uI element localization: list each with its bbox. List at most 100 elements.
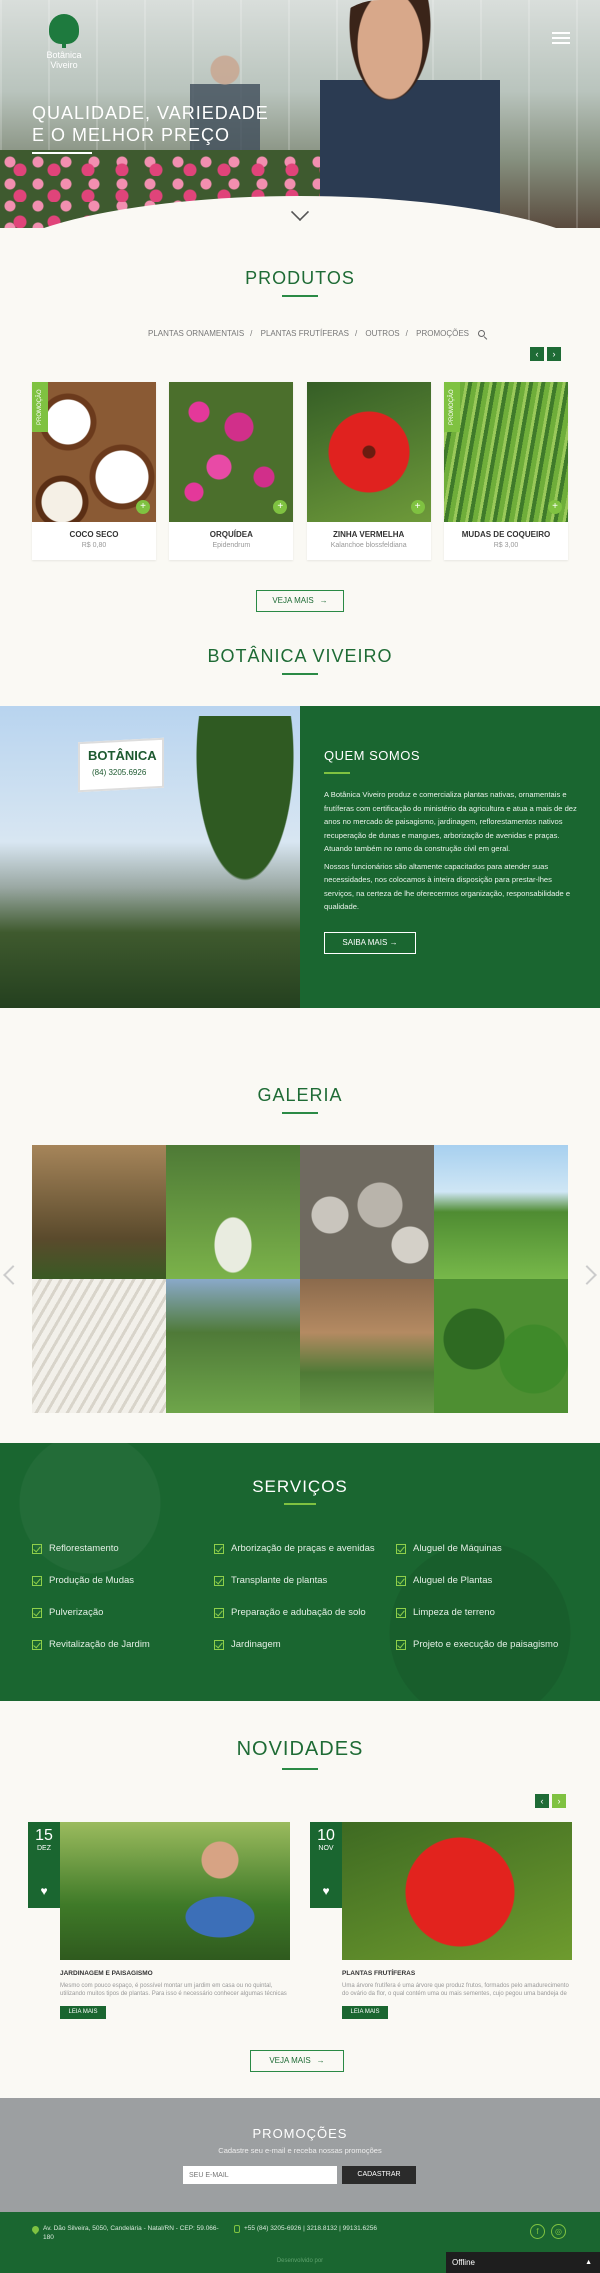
news-image[interactable] [60, 1822, 290, 1960]
arrow-right-icon: → [389, 937, 398, 947]
check-icon [214, 1543, 224, 1554]
arrow-right-icon: → [316, 2056, 325, 2065]
email-input[interactable] [183, 2166, 337, 2184]
service-item: Jardinagem [214, 1639, 396, 1650]
tree-logo-icon [49, 14, 79, 48]
about-section-underline [282, 673, 318, 675]
news-more-button[interactable]: VEJA MAIS → [250, 2050, 344, 2072]
products-prev-arrow-icon[interactable]: ‹ [530, 347, 544, 361]
product-card[interactable]: PROMOÇÃO + COCO SECO R$ 0,80 [32, 382, 156, 560]
read-more-button[interactable]: LEIA MAIS [60, 2006, 106, 2019]
check-icon [396, 1575, 406, 1586]
product-subtitle: Epidendrum [212, 542, 251, 549]
filter-plantas-ornamentais[interactable]: PLANTAS ORNAMENTAIS [148, 329, 244, 338]
product-name: COCO SECO [69, 530, 119, 539]
product-image: PROMOÇÃO + [443, 382, 568, 522]
gallery-photo[interactable] [166, 1279, 300, 1413]
page: Botânica Viveiro QUALIDADE, VARIEDADE E … [0, 0, 600, 2273]
news-date: 10 NOV [310, 1822, 342, 1874]
plus-icon[interactable]: + [136, 500, 150, 514]
hero-underline [32, 152, 92, 154]
hero-title-line-2: E O MELHOR PREÇO [32, 125, 231, 145]
arrow-right-icon: → [319, 596, 328, 605]
site-logo[interactable]: Botânica Viveiro [32, 14, 96, 70]
gallery-photo[interactable] [32, 1145, 166, 1279]
service-item: Revitalização de Jardim [32, 1639, 214, 1650]
about-title: QUEM SOMOS [324, 748, 421, 763]
product-image: + [306, 382, 431, 522]
news-month: DEZ [37, 1845, 51, 1852]
read-more-button[interactable]: LEIA MAIS [342, 2006, 388, 2019]
gallery-photo[interactable] [300, 1145, 434, 1279]
facebook-icon[interactable]: f [530, 2224, 545, 2239]
services-title-underline [284, 1503, 316, 1505]
heart-icon[interactable]: ♥ [28, 1874, 60, 1908]
plus-icon[interactable]: + [410, 500, 425, 514]
service-item: Preparação e adubação de solo [214, 1607, 396, 1618]
store-sign [78, 737, 164, 793]
gallery-photo[interactable] [434, 1145, 568, 1279]
news-prev-arrow-icon[interactable]: ‹ [535, 1794, 549, 1808]
service-item: Transplante de plantas [214, 1575, 396, 1586]
product-name: ORQUÍDEA [209, 530, 253, 539]
gallery-photo[interactable] [434, 1279, 568, 1413]
gallery-photo[interactable] [166, 1145, 300, 1279]
filter-promocoes[interactable]: PROMOÇÕES [416, 329, 469, 338]
chat-widget[interactable]: Offline ▲ [446, 2252, 600, 2273]
about-paragraph-2: Nossos funcionários são altamente capaci… [324, 861, 571, 912]
gallery-next-chevron-icon[interactable] [577, 1265, 597, 1285]
service-item: Aluguel de Máquinas [396, 1543, 572, 1554]
products-more-label: VEJA MAIS [272, 596, 314, 605]
news-category: PLANTAS FRUTÍFERAS [342, 1970, 416, 1977]
hero-gardener-image [320, 0, 500, 228]
plus-icon[interactable]: + [273, 500, 288, 514]
products-more-button[interactable]: VEJA MAIS → [256, 590, 344, 612]
product-list: PROMOÇÃO + COCO SECO R$ 0,80 + ORQUÍDEA … [32, 382, 568, 560]
check-icon [32, 1639, 42, 1650]
news-title-underline [282, 1768, 318, 1770]
hero-title: QUALIDADE, VARIEDADE E O MELHOR PREÇO [32, 102, 332, 146]
product-filters: PLANTAS ORNAMENTAIS / PLANTAS FRUTÍFERAS /… [148, 329, 486, 338]
about-panel: QUEM SOMOS A Botânica Viveiro produz e c… [300, 706, 600, 1008]
heart-icon[interactable]: ♥ [310, 1874, 342, 1908]
news-image[interactable] [342, 1822, 572, 1960]
news-day: 10 [317, 1827, 335, 1844]
news-date: 15 DEZ [28, 1822, 60, 1874]
storefront-photo: BOTÂNICA (84) 3205.6926 [0, 706, 300, 1008]
service-item: Reflorestamento [32, 1543, 214, 1554]
search-icon[interactable] [478, 330, 486, 337]
product-card[interactable]: PROMOÇÃO + MUDAS DE COQUEIRO R$ 3,00 [443, 382, 568, 560]
news-card: 10 NOV ♥ PLANTAS FRUTÍFERAS Uma árvore f… [310, 1822, 572, 2022]
filter-outros[interactable]: OUTROS [365, 329, 399, 338]
check-icon [396, 1639, 406, 1650]
chat-status: Offline [452, 2258, 475, 2267]
news-next-arrow-icon[interactable]: › [552, 1794, 566, 1808]
service-item: Limpeza de terreno [396, 1607, 572, 1618]
gallery-grid [32, 1145, 568, 1413]
promo-badge: PROMOÇÃO [32, 382, 48, 432]
news-excerpt: Mesmo com pouco espaço, é possível monta… [60, 1983, 287, 1997]
product-card[interactable]: + ZINHA VERMELHA Kalanchoe blossfeldiana [306, 382, 431, 560]
newsletter-title: PROMOÇÕES [252, 2126, 348, 2141]
filter-plantas-frutiferas[interactable]: PLANTAS FRUTÍFERAS [261, 329, 349, 338]
product-subtitle: R$ 3,00 [493, 542, 519, 549]
hero-banner: Botânica Viveiro QUALIDADE, VARIEDADE E … [0, 0, 600, 228]
product-card[interactable]: + ORQUÍDEA Epidendrum [169, 382, 294, 560]
plus-icon[interactable]: + [547, 500, 562, 514]
subscribe-button[interactable]: CADASTRAR [342, 2166, 416, 2184]
services-list: Reflorestamento Arborização de praças e … [32, 1543, 572, 1650]
hamburger-menu-icon[interactable] [552, 32, 570, 46]
about-more-button[interactable]: SAIBA MAIS → [324, 931, 416, 954]
gallery-photo[interactable] [32, 1279, 166, 1413]
check-icon [396, 1543, 406, 1554]
products-next-arrow-icon[interactable]: › [547, 347, 561, 361]
products-title-underline [282, 295, 318, 297]
news-day: 15 [35, 1827, 53, 1844]
gallery-photo[interactable] [300, 1279, 434, 1413]
check-icon [214, 1575, 224, 1586]
gallery-title-underline [282, 1112, 318, 1114]
about-paragraph-1: A Botânica Viveiro produz e comercializa… [324, 790, 577, 853]
instagram-icon[interactable]: ◎ [551, 2224, 566, 2239]
gallery-prev-chevron-icon[interactable] [3, 1265, 23, 1285]
store-sign-phone: (84) 3205.6926 [92, 768, 147, 777]
